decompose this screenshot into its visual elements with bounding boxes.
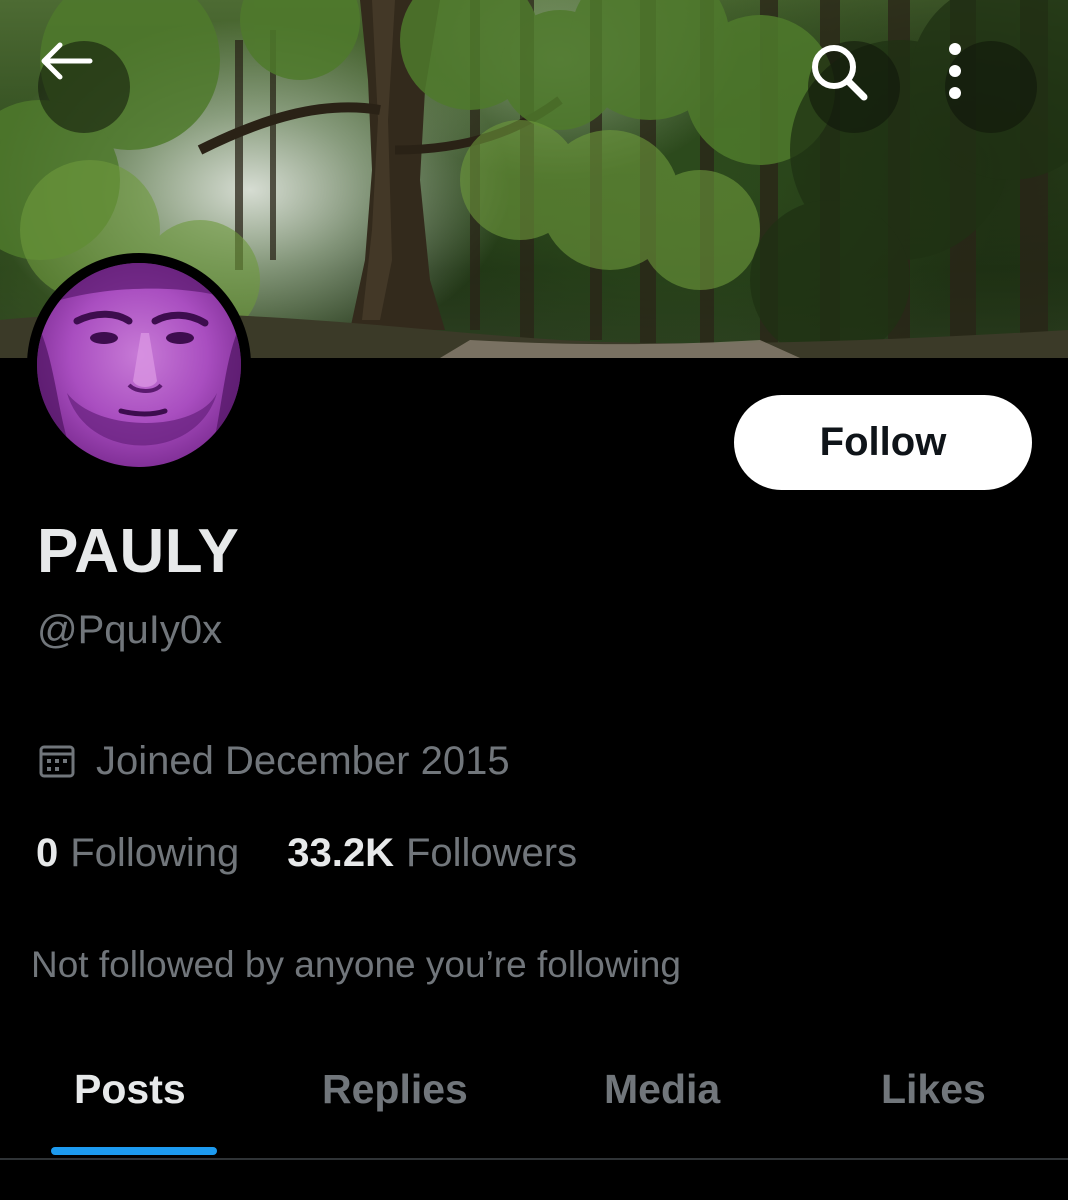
arrow-left-icon xyxy=(41,42,93,80)
search-button[interactable] xyxy=(808,41,900,133)
tab-posts[interactable]: Posts xyxy=(74,1066,186,1113)
tabs-divider xyxy=(0,1158,1068,1160)
avatar-image xyxy=(37,263,241,467)
active-tab-indicator xyxy=(51,1147,217,1155)
tab-likes[interactable]: Likes xyxy=(881,1066,986,1113)
following-label: Following xyxy=(70,830,240,875)
tab-replies[interactable]: Replies xyxy=(322,1066,468,1113)
avatar-face-image xyxy=(37,263,241,467)
following-link[interactable]: 0 Following xyxy=(36,831,239,876)
following-count: 0 xyxy=(36,830,59,875)
back-button[interactable] xyxy=(38,41,130,133)
profile-page: Follow PAULY @PquIy0x Joined December 20… xyxy=(0,0,1068,1200)
more-vertical-icon xyxy=(949,43,961,99)
search-icon xyxy=(812,45,868,101)
avatar[interactable] xyxy=(27,253,251,477)
mutual-followers-note: Not followed by anyone you’re following xyxy=(31,944,681,985)
joined-date: Joined December 2015 xyxy=(38,736,510,786)
followers-link[interactable]: 33.2K Followers xyxy=(287,831,577,876)
profile-tabs: Posts Replies Media Likes xyxy=(0,1050,1068,1160)
calendar-icon xyxy=(39,745,75,778)
joined-date-text: Joined December 2015 xyxy=(96,738,510,783)
display-name: PAULY xyxy=(37,517,240,586)
more-options-button[interactable] xyxy=(945,41,1037,133)
followers-count: 33.2K xyxy=(287,830,394,875)
followers-label: Followers xyxy=(405,830,578,875)
follow-button[interactable]: Follow xyxy=(734,395,1032,490)
username-handle: @PquIy0x xyxy=(37,608,223,652)
tab-media[interactable]: Media xyxy=(604,1066,720,1113)
follow-stats: 0 Following 33.2K Followers xyxy=(36,827,577,879)
